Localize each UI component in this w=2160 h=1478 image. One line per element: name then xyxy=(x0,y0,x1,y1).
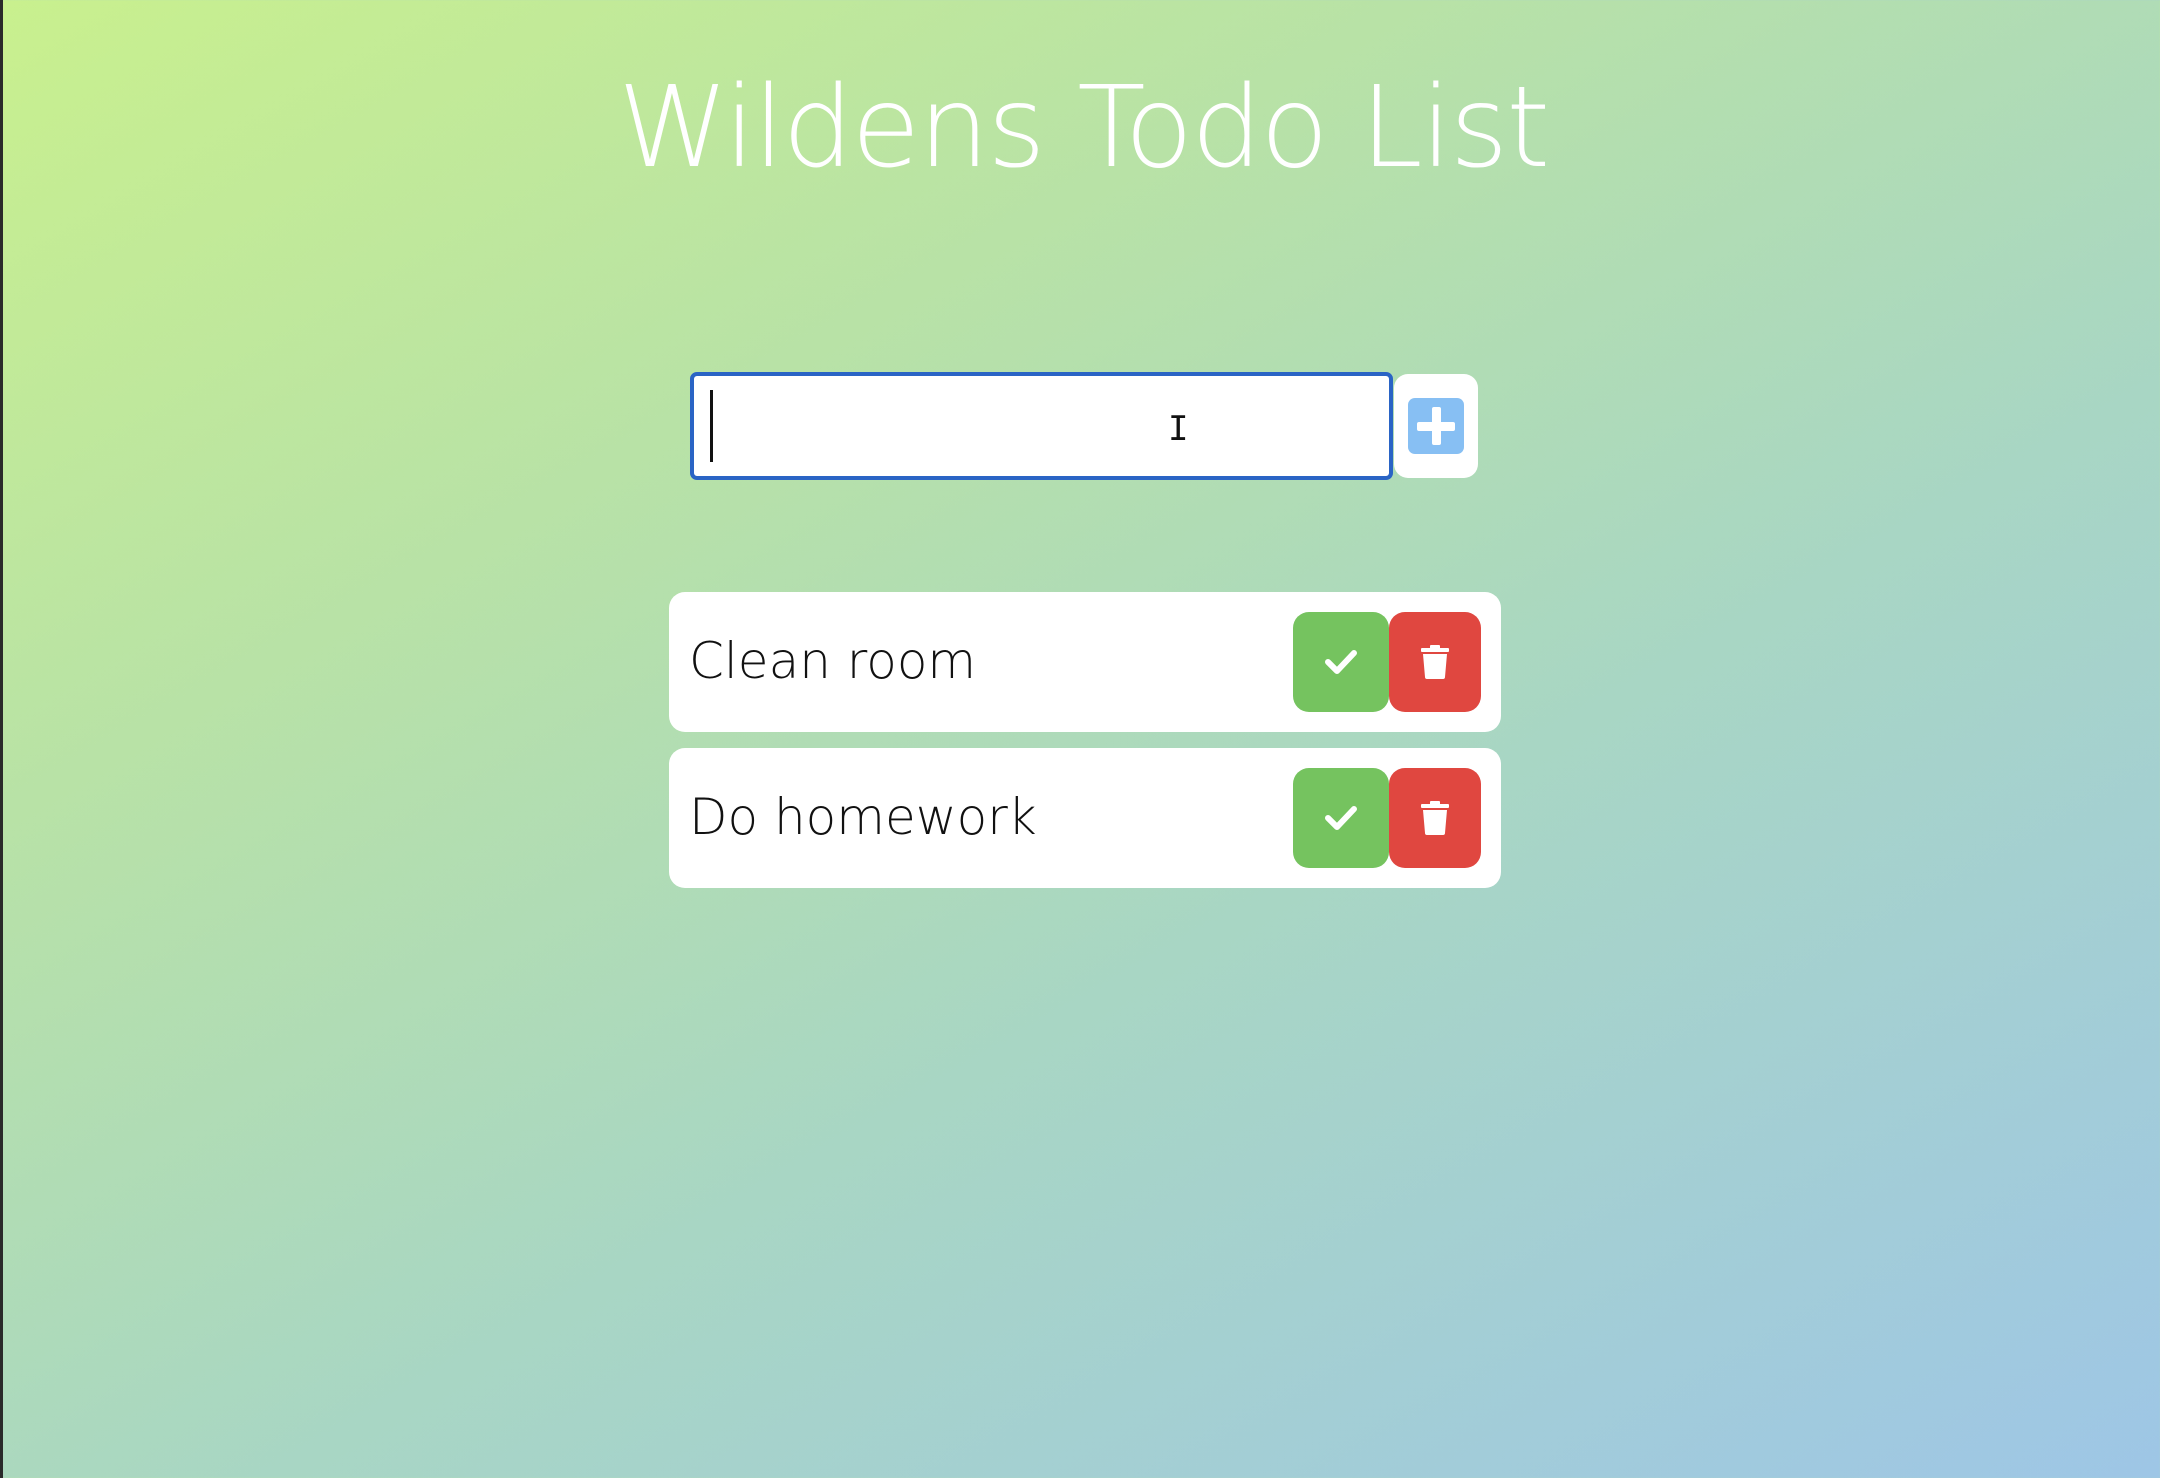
complete-button[interactable] xyxy=(1293,768,1389,868)
plus-square-icon xyxy=(1408,398,1464,454)
todo-item-text: Do homework xyxy=(689,788,1037,846)
new-todo-form: I xyxy=(690,372,1480,482)
delete-button[interactable] xyxy=(1389,612,1481,712)
ibeam-cursor-icon: I xyxy=(1168,409,1189,449)
trash-icon xyxy=(1421,801,1449,835)
todo-item: Do homework xyxy=(669,748,1501,888)
page-title: Wildens Todo List xyxy=(617,63,1550,193)
delete-button[interactable] xyxy=(1389,768,1481,868)
text-caret xyxy=(710,390,713,462)
todo-item-text: Clean room xyxy=(689,632,977,690)
todo-item: Clean room xyxy=(669,592,1501,732)
complete-button[interactable] xyxy=(1293,612,1389,712)
add-todo-button[interactable] xyxy=(1394,374,1478,478)
new-todo-input[interactable] xyxy=(690,372,1393,480)
trash-icon xyxy=(1421,645,1449,679)
check-icon xyxy=(1325,650,1357,674)
check-icon xyxy=(1325,806,1357,830)
todo-list: Clean room Do homework xyxy=(669,592,1501,904)
